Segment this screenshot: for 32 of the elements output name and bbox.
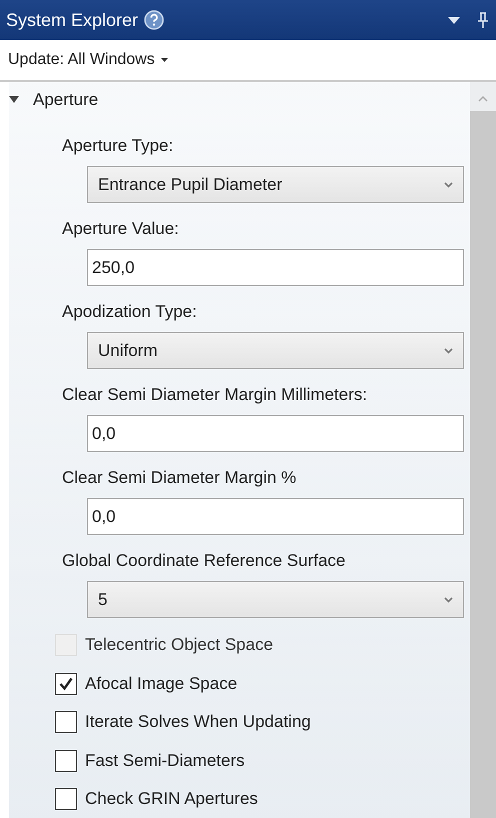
- chevron-down-icon: [444, 182, 453, 188]
- chevron-down-icon: [444, 348, 453, 354]
- caret-icon: [160, 58, 168, 62]
- checkbox-label: Check GRIN Apertures: [85, 789, 258, 810]
- field-label: Clear Semi Diameter Margin Millimeters:: [62, 384, 368, 406]
- field-label: Aperture Value:: [62, 218, 180, 240]
- update-dropdown-button[interactable]: Update: All Windows: [6, 49, 170, 71]
- checkbox[interactable]: [55, 788, 77, 810]
- section-header[interactable]: Aperture: [9, 82, 464, 117]
- checkbox[interactable]: [55, 750, 77, 772]
- dropdown-arrow-icon[interactable]: [448, 16, 460, 24]
- input-field[interactable]: 250,0: [87, 249, 464, 286]
- help-icon[interactable]: [144, 10, 164, 30]
- checkbox-label: Afocal Image Space: [85, 674, 238, 694]
- dropdown-field[interactable]: 5: [87, 581, 464, 618]
- field-label: Apodization Type:: [62, 301, 198, 323]
- input-field[interactable]: 0,0: [87, 498, 464, 535]
- chevron-down-icon: [444, 596, 453, 602]
- checkbox-label: Fast Semi-Diameters: [85, 750, 245, 771]
- field-label: Clear Semi Diameter Margin %: [62, 467, 298, 489]
- section-title: Aperture: [33, 90, 98, 110]
- field-label: Global Coordinate Reference Surface: [62, 550, 346, 572]
- checkbox[interactable]: [55, 711, 77, 734]
- checkbox-label: Telecentric Object Space: [85, 635, 274, 656]
- dropdown-field[interactable]: Entrance Pupil Diameter: [87, 166, 464, 203]
- window-title: System Explorer: [6, 10, 138, 30]
- field-label: Aperture Type:: [62, 135, 174, 157]
- pin-icon[interactable]: [478, 12, 488, 28]
- input-field[interactable]: 0,0: [87, 415, 464, 452]
- dropdown-field[interactable]: Uniform: [87, 332, 464, 369]
- checkbox[interactable]: [55, 672, 77, 695]
- checkbox-label: Iterate Solves When Updating: [85, 712, 311, 732]
